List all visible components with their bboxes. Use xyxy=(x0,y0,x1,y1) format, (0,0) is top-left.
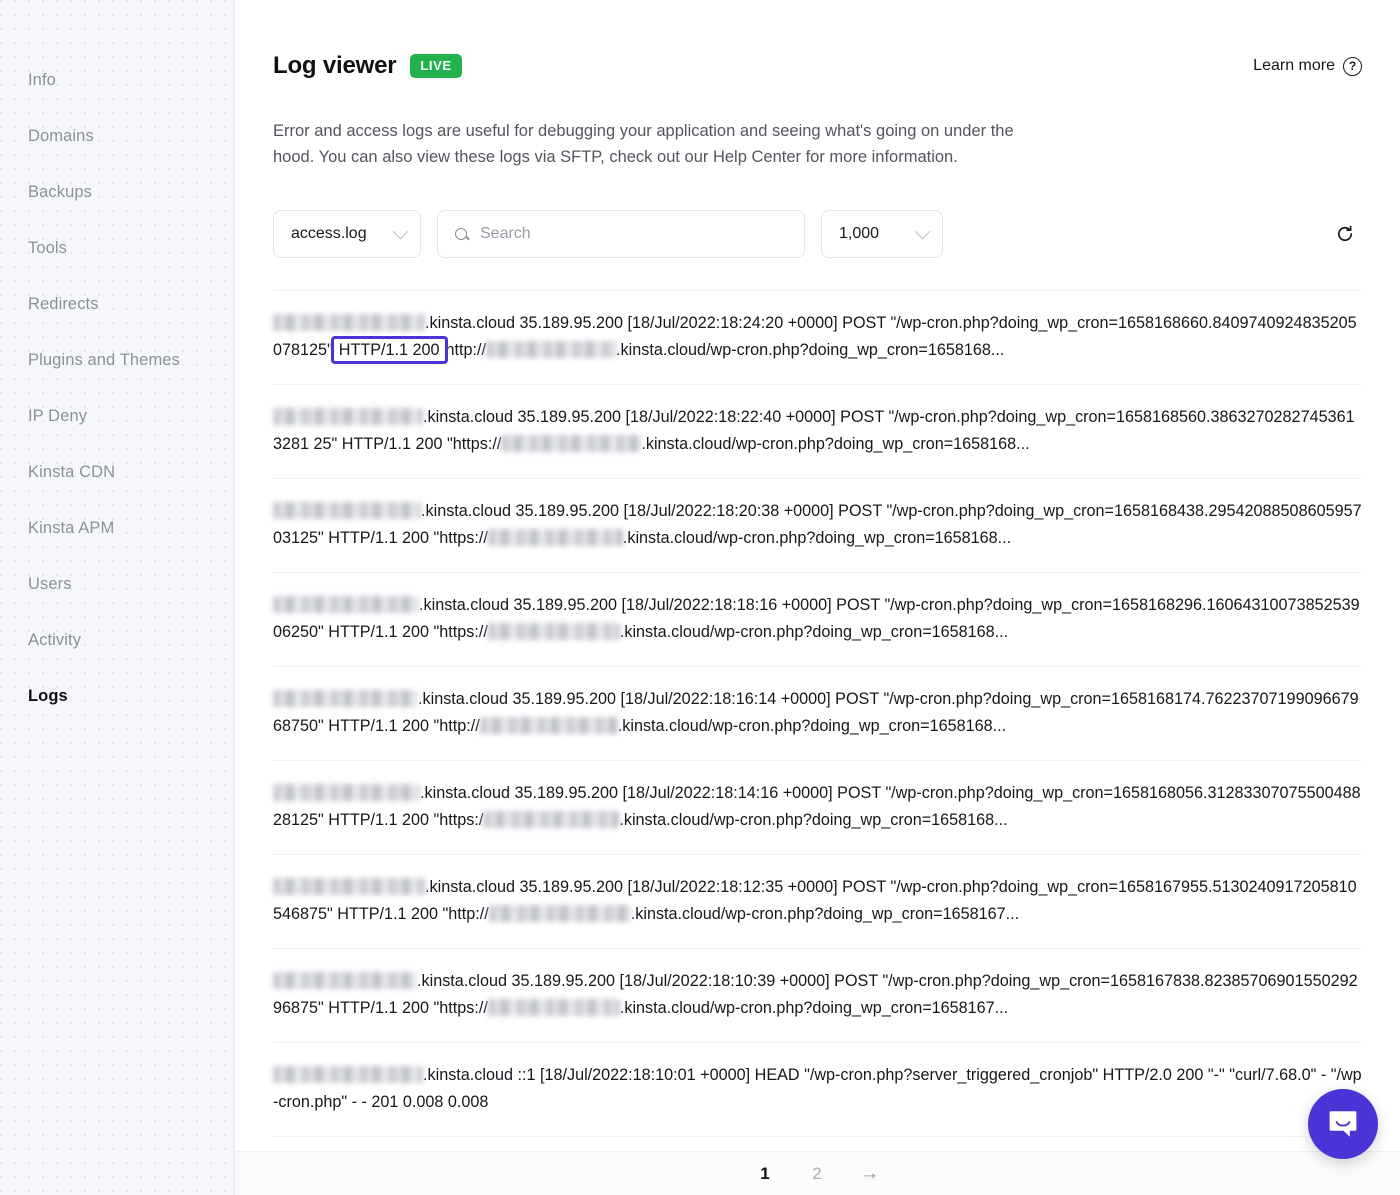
kinsta-mybkinsta-log-viewer-page: Info Domains Backups Tools Redirects Plugins … xyxy=(0,0,1400,1195)
sidebar-item-logs[interactable]: Logs xyxy=(0,668,233,724)
redacted-referrer-host xyxy=(489,905,631,922)
sidebar-item-label: Backups xyxy=(28,183,92,202)
log-entry-text-tail: .kinsta.cloud/wp-cron.php?doing_wp_cron=… xyxy=(620,623,1008,641)
sidebar-item-label: Kinsta APM xyxy=(28,519,114,538)
log-entry-row: .kinsta.cloud 35.189.95.200 [18/Jul/2022… xyxy=(273,760,1362,854)
header-row: Log viewer LIVE Learn more ? xyxy=(273,0,1362,80)
sidebar-item-kinsta-apm[interactable]: Kinsta APM xyxy=(0,500,233,556)
log-entry-row: .kinsta.cloud 35.189.95.200 [18/Jul/2022… xyxy=(273,854,1362,948)
line-count-select[interactable]: 1,000 xyxy=(821,210,943,258)
redacted-hostname xyxy=(273,502,421,519)
sidebar-item-label: Tools xyxy=(28,239,67,258)
sidebar-item-info[interactable]: Info xyxy=(0,52,233,108)
sidebar-item-tools[interactable]: Tools xyxy=(0,220,233,276)
log-file-select[interactable]: access.log xyxy=(273,210,421,258)
page-description: Error and access logs are useful for deb… xyxy=(273,118,1033,170)
log-entry-text-mid: http:// xyxy=(446,341,487,359)
log-entry-list: .kinsta.cloud 35.189.95.200 [18/Jul/2022… xyxy=(273,290,1362,1137)
redacted-referrer-host xyxy=(486,341,616,358)
log-entry-text-tail: .kinsta.cloud/wp-cron.php?doing_wp_cron=… xyxy=(620,999,1008,1017)
live-status-badge: LIVE xyxy=(410,54,461,78)
sidebar-item-label: Logs xyxy=(28,687,68,706)
log-entry-row: .kinsta.cloud 35.189.95.200 [18/Jul/2022… xyxy=(273,666,1362,760)
log-entry-text: .kinsta.cloud ::1 [18/Jul/2022:18:10:01 … xyxy=(273,1066,1362,1111)
sidebar-item-label: Activity xyxy=(28,631,81,650)
sidebar-item-label: Info xyxy=(28,71,56,90)
redacted-referrer-host xyxy=(480,717,618,734)
redacted-hostname xyxy=(273,1066,423,1083)
sidebar-item-activity[interactable]: Activity xyxy=(0,612,233,668)
pagination-bar: 1 2 → xyxy=(235,1151,1400,1195)
redacted-hostname xyxy=(273,314,425,331)
log-entry-row: .kinsta.cloud 35.189.95.200 [18/Jul/2022… xyxy=(273,478,1362,572)
log-file-select-value: access.log xyxy=(291,225,367,243)
log-entry-row: .kinsta.cloud 35.189.95.200 [18/Jul/2022… xyxy=(273,572,1362,666)
redacted-hostname xyxy=(273,878,425,895)
redacted-referrer-host xyxy=(501,435,641,452)
page-link-2[interactable]: 2 xyxy=(808,1164,826,1184)
sidebar-nav: Info Domains Backups Tools Redirects Plugins … xyxy=(0,0,234,1195)
redacted-referrer-host xyxy=(483,811,619,828)
chat-bubble-icon xyxy=(1326,1107,1360,1141)
sidebar-item-label: Plugins and Themes xyxy=(28,351,180,370)
log-entry-text-tail: .kinsta.cloud/wp-cron.php?doing_wp_cron=… xyxy=(631,905,1019,923)
search-input[interactable] xyxy=(478,224,790,244)
search-field[interactable] xyxy=(437,210,805,258)
log-entry-row: .kinsta.cloud 35.189.95.200 [18/Jul/2022… xyxy=(273,290,1362,384)
page-title: Log viewer xyxy=(273,52,396,80)
redacted-referrer-host xyxy=(488,529,623,546)
highlighted-status-code: HTTP/1.1 200 xyxy=(334,339,445,361)
redacted-hostname xyxy=(273,596,419,613)
chevron-down-icon xyxy=(915,223,931,239)
log-entry-row: .kinsta.cloud 35.189.95.200 [18/Jul/2022… xyxy=(273,948,1362,1042)
line-count-select-value: 1,000 xyxy=(839,225,879,243)
refresh-icon xyxy=(1335,224,1355,244)
redacted-hostname xyxy=(273,690,418,707)
chat-launcher-button[interactable] xyxy=(1308,1089,1378,1159)
chevron-down-icon xyxy=(393,223,409,239)
log-entry-text-tail: .kinsta.cloud/wp-cron.php?doing_wp_cron=… xyxy=(641,435,1029,453)
sidebar-item-label: Kinsta CDN xyxy=(28,463,115,482)
sidebar-item-label: Redirects xyxy=(28,295,99,314)
sidebar-item-label: Domains xyxy=(28,127,94,146)
title-group: Log viewer LIVE xyxy=(273,52,462,80)
sidebar-item-backups[interactable]: Backups xyxy=(0,164,233,220)
sidebar-item-domains[interactable]: Domains xyxy=(0,108,233,164)
learn-more-link[interactable]: Learn more ? xyxy=(1253,57,1362,76)
log-entry-text-tail: .kinsta.cloud/wp-cron.php?doing_wp_cron=… xyxy=(616,341,1004,359)
log-entry-row: .kinsta.cloud ::1 [18/Jul/2022:18:10:01 … xyxy=(273,1042,1362,1137)
sidebar-item-label: Users xyxy=(28,575,72,594)
sidebar-item-plugins-and-themes[interactable]: Plugins and Themes xyxy=(0,332,233,388)
page-link-1[interactable]: 1 xyxy=(756,1164,774,1184)
log-entry-row: .kinsta.cloud 35.189.95.200 [18/Jul/2022… xyxy=(273,384,1362,478)
log-entry-text-tail: .kinsta.cloud/wp-cron.php?doing_wp_cron=… xyxy=(619,811,1007,829)
controls-row: access.log 1,000 xyxy=(273,210,1362,258)
sidebar-item-ip-deny[interactable]: IP Deny xyxy=(0,388,233,444)
redacted-referrer-host xyxy=(488,999,620,1016)
refresh-button[interactable] xyxy=(1328,217,1362,251)
sidebar-item-kinsta-cdn[interactable]: Kinsta CDN xyxy=(0,444,233,500)
sidebar-item-label: IP Deny xyxy=(28,407,87,426)
panel-content: Log viewer LIVE Learn more ? Error and a… xyxy=(235,0,1400,1154)
log-entry-text-tail: .kinsta.cloud/wp-cron.php?doing_wp_cron=… xyxy=(618,717,1006,735)
redacted-referrer-host xyxy=(488,623,620,640)
redacted-hostname xyxy=(273,408,423,425)
main-panel: Log viewer LIVE Learn more ? Error and a… xyxy=(234,0,1400,1195)
next-page-arrow-icon[interactable]: → xyxy=(860,1163,879,1185)
redacted-hostname xyxy=(273,972,417,989)
sidebar-item-users[interactable]: Users xyxy=(0,556,233,612)
sidebar-item-redirects[interactable]: Redirects xyxy=(0,276,233,332)
redacted-hostname xyxy=(273,784,420,801)
log-entry-text-tail: .kinsta.cloud/wp-cron.php?doing_wp_cron=… xyxy=(623,529,1011,547)
question-mark-icon: ? xyxy=(1343,57,1362,76)
learn-more-label: Learn more xyxy=(1253,57,1335,75)
search-icon xyxy=(455,228,467,240)
